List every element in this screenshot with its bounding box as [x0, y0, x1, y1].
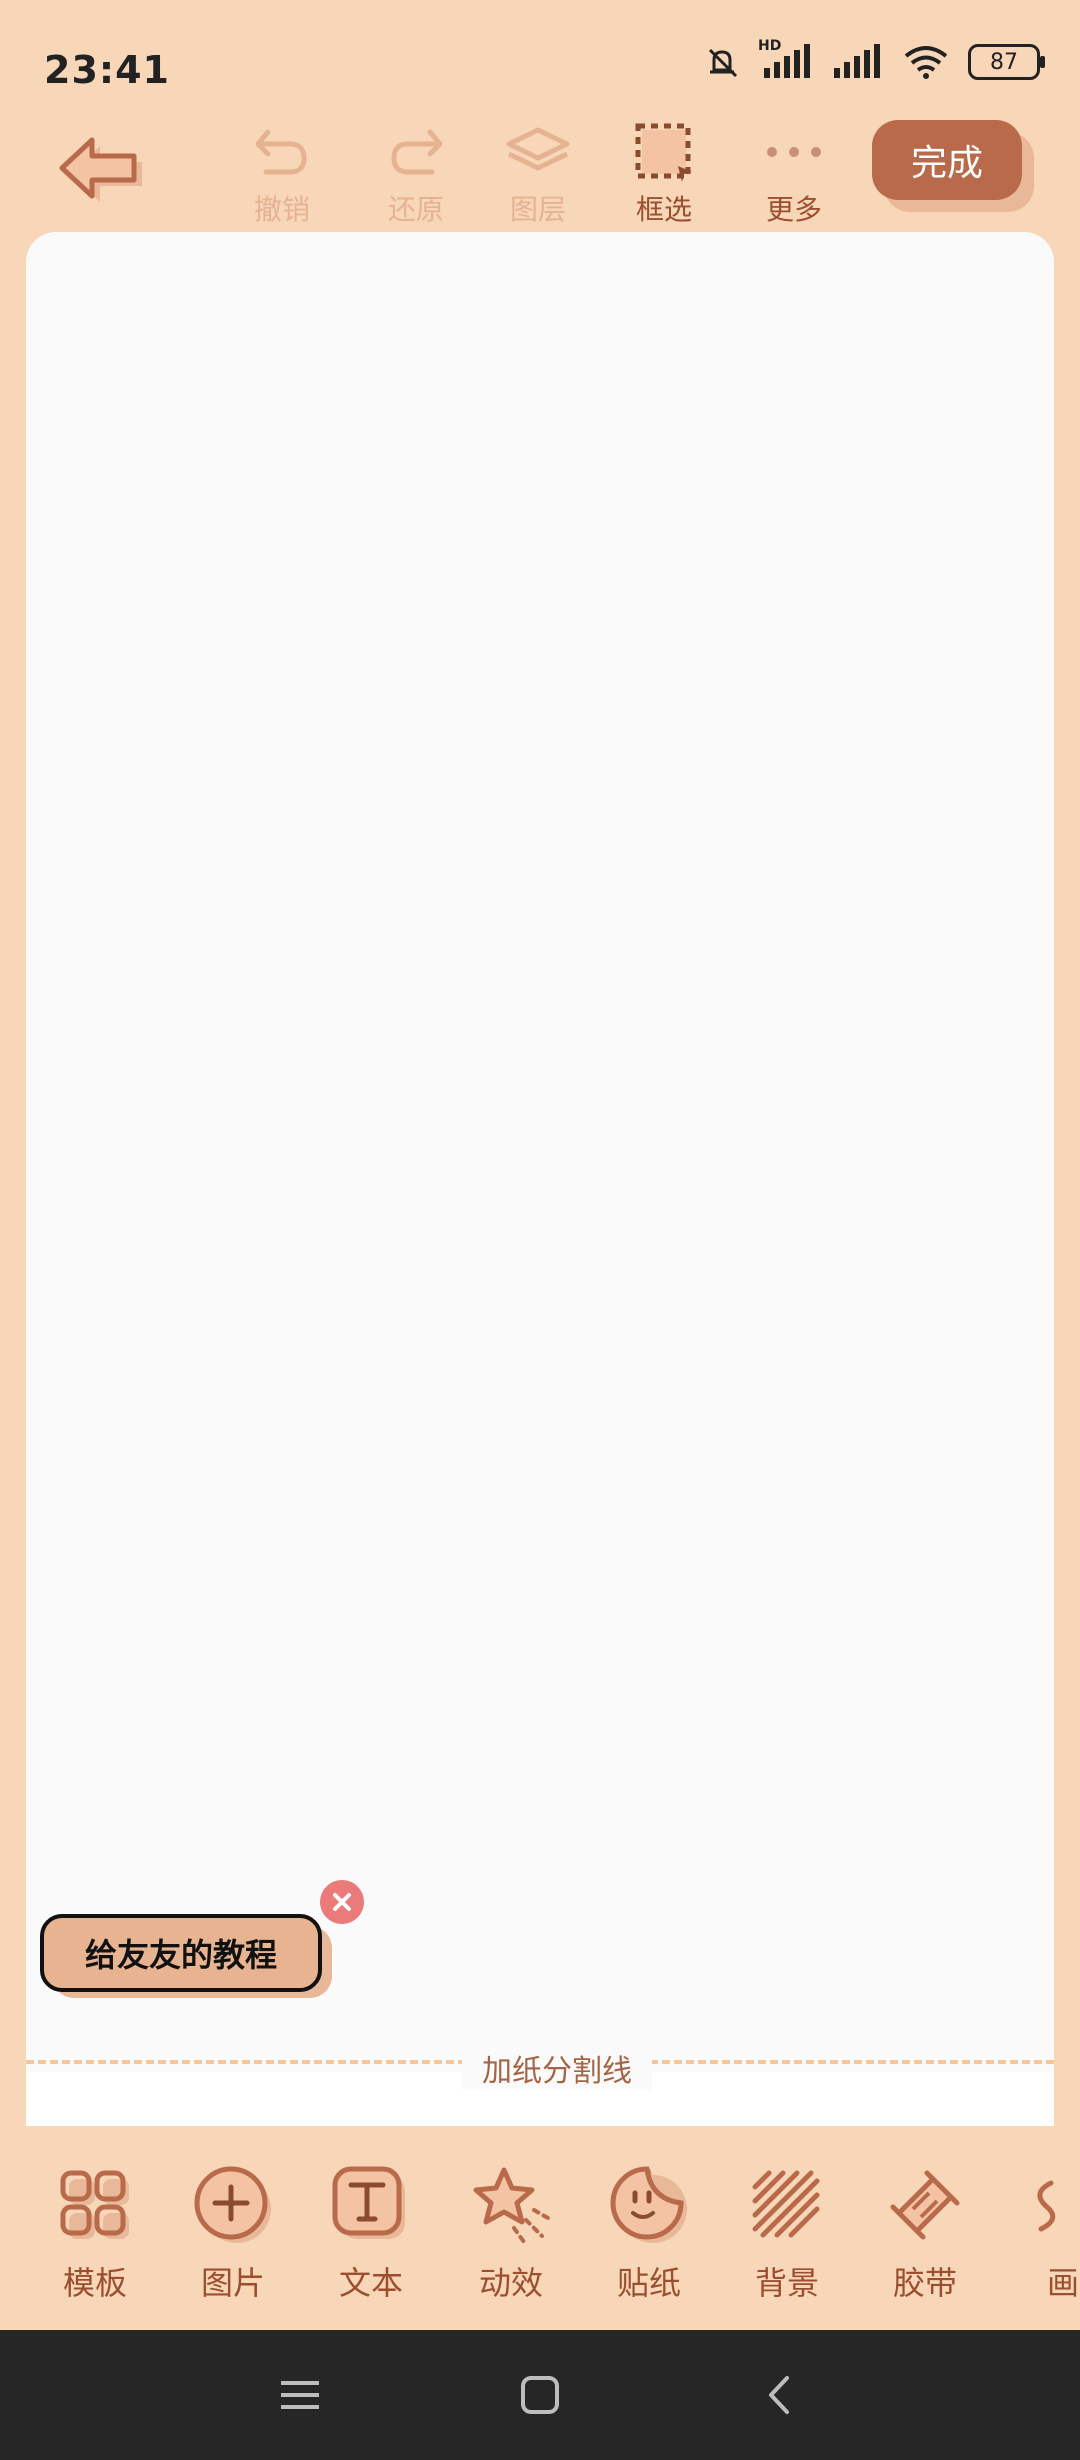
nav-home-button[interactable] — [510, 2370, 570, 2420]
add-image-icon — [194, 2166, 271, 2243]
tool-effects-label: 动效 — [478, 2264, 543, 2300]
tool-tape[interactable]: 胶带 — [870, 2160, 980, 2300]
layers-label: 图层 — [509, 193, 566, 226]
editor-toolbar: 撤销 还原 图层 框选 更多 完成 — [0, 110, 1080, 230]
undo-button[interactable]: 撤销 — [232, 120, 332, 230]
redo-button[interactable]: 还原 — [366, 120, 466, 230]
status-time: 23:41 — [44, 48, 170, 92]
home-square-icon — [521, 2376, 559, 2414]
box-select-icon — [635, 123, 692, 182]
tool-background[interactable]: 背景 — [732, 2160, 842, 2300]
background-icon — [752, 2170, 820, 2238]
chevron-left-icon — [769, 2376, 789, 2414]
status-icons: HD 87 — [704, 38, 1045, 80]
tool-draw[interactable]: 画 — [1008, 2160, 1080, 2300]
undo-icon — [255, 129, 307, 175]
tool-sticker-label: 贴纸 — [616, 2264, 681, 2300]
select-button[interactable]: 框选 — [614, 120, 714, 230]
select-label: 框选 — [635, 193, 692, 226]
layers-icon — [506, 127, 570, 171]
nav-menu-button[interactable] — [270, 2370, 330, 2420]
more-button[interactable]: 更多 — [744, 120, 844, 230]
tool-image-label: 图片 — [200, 2264, 265, 2300]
sticker-icon — [610, 2166, 687, 2243]
signal-icon — [834, 44, 880, 78]
tool-effects[interactable]: 动效 — [456, 2160, 566, 2300]
more-label: 更多 — [765, 193, 822, 226]
tool-template[interactable]: 模板 — [40, 2160, 150, 2300]
tool-background-label: 背景 — [754, 2264, 819, 2300]
effects-star-icon — [473, 2167, 550, 2244]
tool-text-label: 文本 — [338, 2264, 403, 2300]
tag-close-button[interactable] — [320, 1880, 364, 1924]
divider-label: 加纸分割线 — [462, 2046, 652, 2090]
tool-text[interactable]: 文本 — [316, 2160, 426, 2300]
system-nav-bar — [0, 2330, 1080, 2460]
draw-icon — [1037, 2180, 1056, 2232]
tool-template-label: 模板 — [62, 2264, 127, 2300]
tape-icon — [890, 2170, 960, 2240]
status-bar: 23:41 HD 87 — [0, 0, 1080, 120]
tool-draw-label: 画 — [1046, 2264, 1079, 2300]
signal-hd-icon: HD — [758, 38, 812, 80]
tool-image[interactable]: 图片 — [178, 2160, 288, 2300]
close-icon — [333, 1893, 351, 1911]
back-arrow-icon — [59, 137, 142, 202]
template-grid-icon — [60, 2170, 129, 2239]
text-icon — [332, 2166, 405, 2239]
editing-canvas[interactable] — [26, 232, 1054, 2122]
more-dots-icon — [767, 147, 821, 157]
redo-label: 还原 — [387, 193, 444, 226]
tool-tape-label: 胶带 — [892, 2264, 957, 2300]
title-tag[interactable]: 给友友的教程 — [40, 1914, 332, 1998]
wifi-icon — [904, 46, 948, 79]
menu-icon — [281, 2381, 319, 2409]
bottom-toolbar: 模板 图片 文本 动效 贴纸 背景 胶带 画 — [0, 2150, 1080, 2300]
back-button[interactable] — [50, 120, 160, 220]
battery-indicator: 87 — [968, 44, 1045, 80]
redo-icon — [391, 129, 443, 175]
title-tag-label: 给友友的教程 — [40, 1914, 322, 1992]
page-divider[interactable]: 加纸分割线 — [26, 2046, 1054, 2106]
bell-muted-icon — [708, 48, 738, 78]
layers-button[interactable]: 图层 — [488, 120, 588, 230]
battery-level: 87 — [990, 49, 1018, 75]
done-button[interactable]: 完成 — [872, 120, 1022, 200]
tool-sticker[interactable]: 贴纸 — [594, 2160, 704, 2300]
nav-back-button[interactable] — [748, 2370, 808, 2420]
undo-label: 撤销 — [253, 193, 310, 226]
